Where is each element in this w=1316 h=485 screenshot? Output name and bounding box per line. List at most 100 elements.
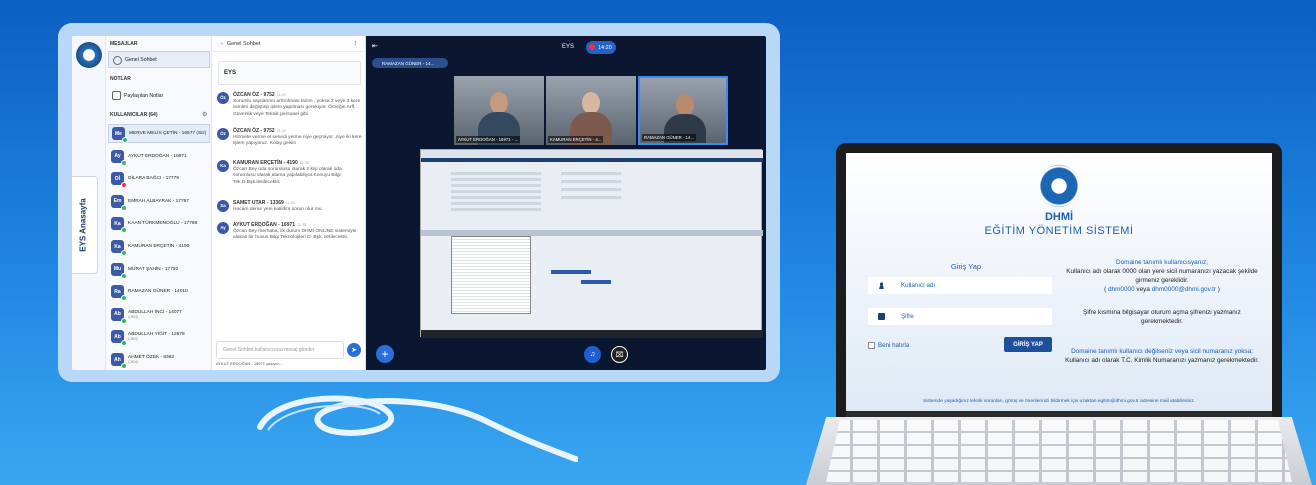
user-name: KAAN TÜRKMENOĞLU - 17769 — [128, 221, 198, 227]
user-list-item[interactable]: Ab ABDULLAH İNCİ - 14077 ÇIKIŞ — [108, 305, 210, 324]
general-chat-label: Genel Sohbet — [125, 56, 157, 63]
info1-text: Kullanıcı adı olarak 0000 olan yere sici… — [1066, 267, 1258, 284]
message-time: 11:35 — [285, 201, 295, 205]
avatar: Ab — [111, 330, 127, 347]
app-header-bar — [421, 158, 763, 162]
message-time: 11:35 — [299, 161, 309, 165]
taskbar — [421, 330, 763, 338]
user-list-item[interactable]: Ra RAMAZAN GÜNER - 14010 — [108, 282, 210, 302]
info3-title: Domaine tanımlı kullanıcı değilseniz vey… — [1071, 348, 1253, 355]
status-dot-icon — [122, 137, 128, 143]
chat-header-title: Genel Sohbet — [226, 40, 261, 47]
avatar-initials: Mu — [113, 266, 122, 273]
video-tile-label: RAMAZAN GÜNER - 14... — [642, 134, 696, 141]
info1-example-a: dhm0000 — [1108, 285, 1135, 293]
avatar-initials: Ay — [114, 153, 121, 160]
leave-room-icon[interactable]: ⇤ — [372, 42, 378, 50]
brand-subtitle: EĞİTİM YÖNETİM SİSTEMİ — [984, 225, 1134, 237]
message-author: AYKUT ERDOĞAN - 16971 — [233, 222, 296, 228]
back-icon[interactable]: ‹ — [221, 41, 223, 47]
screen-share[interactable] — [420, 149, 763, 338]
password-field[interactable]: Şifre — [868, 308, 1052, 325]
user-list-item[interactable]: Dİ DİLARA BAĞCI - 17779 — [108, 169, 210, 189]
remember-me-label: Beni hatırla — [878, 342, 910, 349]
avatar: Ah — [111, 353, 127, 369]
status-dot-icon — [121, 363, 127, 369]
browser-bar — [421, 150, 763, 158]
user-list-item[interactable]: Ab ABDULLAH YİĞİT - 12678 ÇIKIŞ — [108, 327, 210, 347]
headphones-icon[interactable]: ♫ — [584, 346, 601, 363]
chat-message: Ka KAMURAN ERÇETİN - 4190 11:35 Özcan Bey o… — [217, 160, 363, 187]
camera-off-icon[interactable]: ⌧ — [611, 346, 628, 363]
message-text: Özcan Bey merhaba, ilk durum DHMİ ONLİNE… — [233, 228, 357, 241]
message-time: 11:34 — [276, 129, 286, 133]
user-icon — [878, 282, 885, 289]
message-author: ÖZCAN ÖZ - 9752 — [233, 92, 275, 98]
chat-header: ‹ Genel Sohbet ⋮ — [213, 36, 366, 52]
video-tile[interactable]: KAMURAN ERÇETİN - 4... — [546, 76, 636, 145]
message-text: Sorumlu sayılarının arttırılması lazım ,… — [233, 98, 361, 117]
user-list-item[interactable]: Mu MURAT ŞAHİN - 17792 — [108, 260, 210, 279]
user-name: DİLARA BAĞCI - 17779 — [128, 176, 179, 182]
notes-section-title: NOTLAR — [110, 76, 131, 82]
shared-notes-item[interactable]: Paylaşılan Notlar — [108, 87, 210, 104]
info3-text: Kullanıcı adı olarak T.C. Kimlik Numaran… — [1065, 356, 1259, 364]
user-list-item[interactable]: Me MERVE MELİS ÇETİN - 16577 (Siz) — [108, 124, 210, 143]
avatar-initials: Ka — [114, 220, 121, 227]
message-author: ÖZCAN ÖZ - 9752 — [233, 128, 275, 134]
avatar-initials: Ra — [114, 288, 121, 295]
avatar: Ka — [111, 217, 127, 234]
user-list-item[interactable]: Ka KAMURAN ERÇETİN - 4190 — [108, 237, 210, 256]
video-tile[interactable]: AYKUT ERDOĞAN - 16971 - ... — [454, 76, 544, 145]
typing-indicator: AYKUT ERDOĞAN - 16971 yazıyor... — [216, 361, 283, 366]
avatar: Öz — [217, 128, 229, 140]
laptop-keyboard — [826, 420, 1292, 482]
user-name: EMRAH ALBAYRAK - 17767 — [128, 198, 189, 204]
status-dot-icon — [121, 272, 127, 279]
user-status-text: ÇIKIŞ — [128, 337, 138, 342]
chat-room-title: EYS — [218, 61, 361, 85]
login-page: DHMİ EĞİTİM YÖNETİM SİSTEMİ Giriş Yap Ku… — [846, 153, 1272, 411]
chat-message-input[interactable]: Genel Sohbet kullanıcısına mesaj gönder — [216, 341, 344, 359]
user-name: KAMURAN ERÇETİN - 4190 — [128, 244, 190, 249]
info-password: Şifre kısmına bilgisayar oturum açma şif… — [1083, 309, 1241, 325]
session-title: EYS — [562, 44, 575, 50]
decorative-swirl — [257, 395, 578, 462]
user-list-item[interactable]: Ah AHMET ÖZEK - 8362 ÇIKIŞ — [108, 350, 210, 369]
avatar-initials: Ah — [114, 356, 121, 363]
settings-icon[interactable]: ⚙ — [202, 111, 207, 118]
status-dot-icon — [121, 295, 127, 302]
user-status-text: ÇIKIŞ — [128, 314, 138, 319]
message-text: Özcan Bey oda sorumlusu olarak 2 kişi ol… — [233, 166, 342, 185]
eys-home-tab[interactable]: EYS Anasayfa — [72, 176, 98, 274]
user-list-item[interactable]: Ka KAAN TÜRKMENOĞLU - 17769 — [108, 214, 210, 234]
message-author: KAMURAN ERÇETİN - 4190 — [233, 160, 298, 166]
general-chat-item[interactable]: Genel Sohbet — [108, 51, 210, 68]
chat-message: Öz ÖZCAN ÖZ - 9752 11:29 Sorumlu sayılarını… — [217, 92, 363, 119]
messages-section-title: MESAJLAR — [110, 41, 138, 47]
user-status-text: ÇIKIŞ — [128, 360, 138, 364]
chat-icon — [113, 56, 122, 65]
send-icon[interactable]: ➤ — [347, 343, 361, 357]
username-placeholder: Kullanıcı adı — [901, 282, 936, 289]
avatar-initials: Dİ — [115, 175, 120, 182]
more-options-icon[interactable]: ⋮ — [353, 41, 359, 47]
status-dot-icon — [121, 159, 127, 166]
remember-me-checkbox[interactable] — [868, 342, 875, 349]
avatar: Ay — [111, 149, 127, 166]
password-placeholder: Şifre — [901, 313, 914, 320]
avatar: Em — [111, 194, 127, 211]
login-button[interactable]: GİRİŞ YAP — [1004, 337, 1052, 352]
username-field[interactable]: Kullanıcı adı — [868, 277, 1052, 294]
avatar-initials: Ab — [114, 333, 121, 340]
user-list-item[interactable]: Ay AYKUT ERDOĞAN - 16971 — [108, 147, 210, 166]
message-text: Hocam derse yeni katildim sorun olur mu — [233, 206, 322, 212]
video-tile[interactable]: RAMAZAN GÜNER - 14... — [638, 76, 728, 145]
avatar: Ay — [217, 222, 229, 234]
avatar: Ab — [111, 307, 127, 324]
laptop-hinge — [846, 411, 1272, 417]
status-dot-icon — [121, 340, 127, 347]
add-icon[interactable]: + — [376, 345, 394, 363]
user-list-item[interactable]: Em EMRAH ALBAYRAK - 17767 — [108, 192, 210, 211]
message-time: 11:29 — [276, 93, 286, 97]
